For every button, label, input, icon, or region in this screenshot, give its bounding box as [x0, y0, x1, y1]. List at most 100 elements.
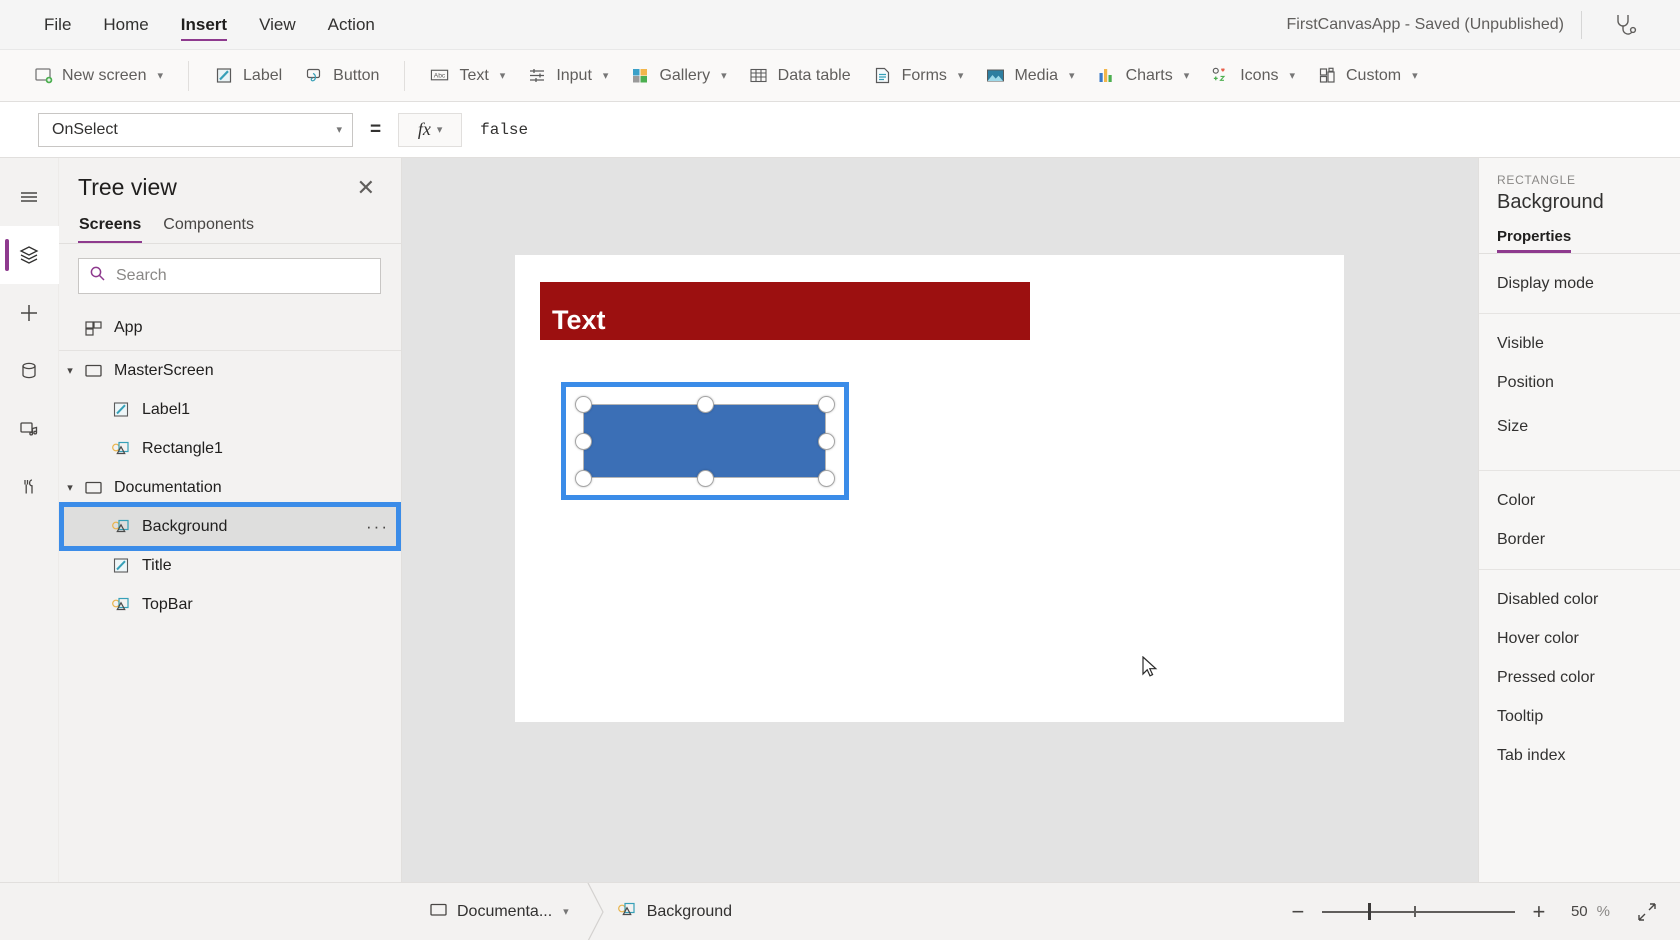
control-type-label: RECTANGLE [1497, 173, 1576, 187]
resize-handle-w[interactable] [575, 433, 592, 450]
tab-screens[interactable]: Screens [78, 211, 143, 243]
data-icon[interactable] [0, 342, 59, 400]
property-row-pressed-color[interactable]: Pressed color [1497, 658, 1680, 697]
forms-label: Forms [901, 66, 947, 84]
tree-item-background[interactable]: Background ··· [59, 507, 401, 546]
fx-button[interactable]: fx ▾ [398, 112, 463, 147]
chevron-down-icon[interactable]: ▾ [59, 481, 81, 494]
close-icon[interactable]: ✕ [351, 175, 381, 201]
new-screen-label: New screen [62, 66, 147, 84]
tree-item-topbar[interactable]: TopBar [59, 585, 401, 624]
resize-handle-sw[interactable] [575, 470, 592, 487]
custom-label: Custom [1346, 66, 1402, 84]
button-label: Button [333, 66, 380, 84]
chevron-down-icon: ▾ [157, 70, 164, 82]
tab-properties[interactable]: Properties [1497, 228, 1572, 253]
property-dropdown-value: OnSelect [52, 120, 118, 138]
resize-handle-nw[interactable] [575, 396, 592, 413]
property-row-tooltip[interactable]: Tooltip [1497, 697, 1680, 736]
custom-button[interactable]: Custom ▾ [1306, 57, 1429, 95]
tree-item-title[interactable]: Title [59, 546, 401, 585]
chevron-down-icon[interactable]: ▾ [59, 364, 81, 377]
shape-icon [109, 517, 133, 536]
menu-item-home[interactable]: Home [87, 0, 164, 49]
powerapps-studio: File Home Insert View Action FirstCanvas… [0, 0, 1680, 940]
property-row-tab-index[interactable]: Tab index [1497, 736, 1680, 775]
tree-item-rectangle1[interactable]: Rectangle1 [59, 429, 401, 468]
property-row-size[interactable]: Size [1497, 402, 1680, 460]
resize-handle-e[interactable] [818, 433, 835, 450]
icons-button[interactable]: Icons ▾ [1200, 57, 1306, 95]
canvas-area[interactable]: Text [402, 158, 1478, 882]
tree-item-label: Documentation [114, 478, 222, 496]
properties-tabs: Properties [1479, 214, 1680, 254]
property-row-position[interactable]: Position [1497, 363, 1680, 402]
charts-button[interactable]: Charts ▾ [1086, 57, 1201, 95]
tree-view-icon[interactable] [0, 226, 59, 284]
breadcrumb-screen[interactable]: Documenta... ▾ [403, 883, 583, 940]
gallery-button[interactable]: Gallery ▾ [619, 57, 737, 95]
chevron-down-icon: ▾ [1069, 70, 1075, 82]
button-button[interactable]: Button [293, 57, 390, 95]
zoom-slider[interactable] [1321, 894, 1515, 930]
background-rectangle[interactable] [583, 404, 826, 478]
input-button[interactable]: Input ▾ [516, 57, 619, 95]
data-table-icon [749, 66, 769, 86]
topbar-rectangle[interactable] [540, 282, 1030, 340]
property-row-visible[interactable]: Visible [1497, 324, 1680, 363]
search-box[interactable] [78, 258, 381, 294]
media-icon[interactable] [0, 400, 59, 458]
media-label: Media [1014, 66, 1059, 84]
property-dropdown[interactable]: OnSelect ▾ [38, 112, 353, 147]
insert-icon[interactable] [0, 284, 59, 342]
new-screen-button[interactable]: New screen ▾ [22, 57, 174, 95]
text-button[interactable]: Abc Text ▾ [419, 57, 516, 95]
menu-item-insert[interactable]: Insert [165, 0, 243, 49]
zoom-slider-thumb[interactable] [1367, 903, 1371, 920]
resize-handle-n[interactable] [697, 396, 714, 413]
search-wrapper [59, 244, 401, 306]
property-row-hover-color[interactable]: Hover color [1497, 619, 1680, 658]
resize-handle-s[interactable] [697, 470, 714, 487]
more-options-icon[interactable]: ··· [366, 517, 389, 537]
search-input[interactable] [116, 267, 370, 285]
chevron-down-icon: ▾ [499, 70, 506, 82]
zoom-out-button[interactable]: − [1280, 894, 1316, 930]
property-row-display-mode[interactable]: Display mode [1497, 264, 1680, 303]
label-button[interactable]: Label [203, 57, 293, 95]
advanced-tools-icon[interactable] [0, 458, 59, 516]
forms-button[interactable]: Forms ▾ [862, 57, 975, 95]
tree-item-documentation[interactable]: ▾ Documentation [59, 468, 401, 507]
property-row-border[interactable]: Border [1497, 520, 1680, 559]
icons-label: Icons [1240, 66, 1279, 84]
property-row-color[interactable]: Color [1497, 481, 1680, 520]
input-icon [527, 66, 547, 86]
zoom-in-button[interactable]: + [1521, 894, 1557, 930]
tree-view-header: Tree view ✕ [59, 158, 401, 211]
formula-input[interactable]: false [462, 112, 1680, 147]
app-screen-documentation[interactable]: Text [515, 255, 1344, 722]
menu-item-file[interactable]: File [28, 0, 87, 49]
breadcrumb-control[interactable]: Background [607, 883, 746, 940]
fit-screen-icon[interactable] [1636, 901, 1658, 923]
data-table-button[interactable]: Data table [738, 57, 862, 95]
menu-item-action[interactable]: Action [312, 0, 391, 49]
chevron-down-icon[interactable]: ▾ [563, 905, 569, 918]
tree-item-label: App [114, 319, 143, 336]
tree-item-app[interactable]: App [59, 306, 401, 351]
property-row-disabled-color[interactable]: Disabled color [1497, 580, 1680, 619]
menu-item-view[interactable]: View [243, 0, 312, 49]
resize-handle-ne[interactable] [818, 396, 835, 413]
chevron-down-icon: ▾ [1289, 70, 1295, 82]
hamburger-menu-icon[interactable] [0, 168, 59, 226]
tree-item-masterscreen[interactable]: ▾ MasterScreen [59, 351, 401, 390]
gallery-label: Gallery [659, 66, 711, 84]
title-label[interactable]: Text [552, 305, 606, 336]
ribbon-group-controls: Abc Text ▾ Input ▾ Gallery ▾ Data table … [411, 50, 1436, 101]
stethoscope-icon[interactable] [1612, 0, 1638, 49]
media-button[interactable]: Media ▾ [974, 57, 1085, 95]
resize-handle-se[interactable] [818, 470, 835, 487]
tree-item-label: MasterScreen [114, 361, 214, 379]
tree-item-label1[interactable]: Label1 [59, 390, 401, 429]
tab-components[interactable]: Components [162, 211, 255, 243]
